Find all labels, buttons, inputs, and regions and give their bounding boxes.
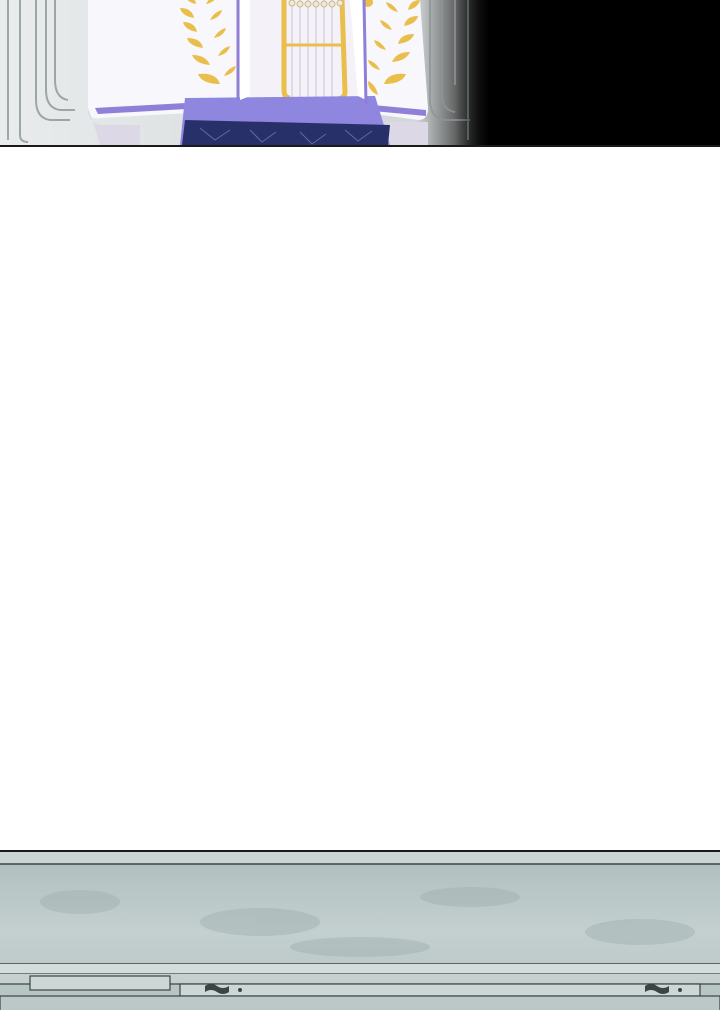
comic-panel-top <box>0 0 720 147</box>
comic-panel-bottom <box>0 850 720 1010</box>
stone-ceiling-illustration <box>0 852 720 1010</box>
comic-page <box>0 0 720 1010</box>
robed-figure-illustration <box>0 0 720 145</box>
panel-gutter <box>0 147 720 850</box>
